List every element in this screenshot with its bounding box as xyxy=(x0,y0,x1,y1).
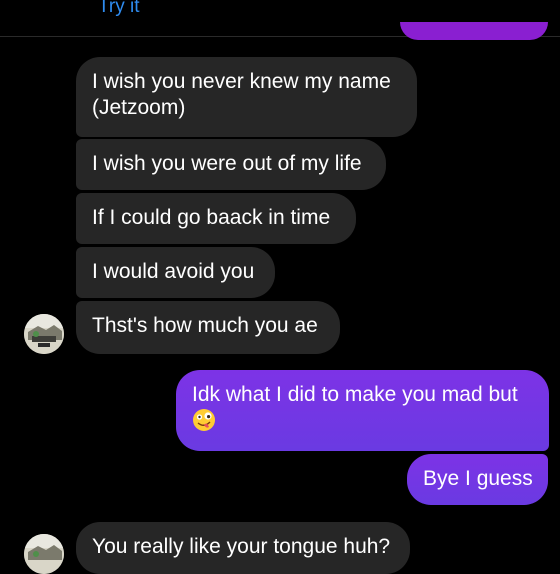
message-text: I wish you were out of my life xyxy=(92,152,362,175)
sender-avatar[interactable] xyxy=(24,534,64,574)
message-bubble-incoming[interactable]: Thst's how much you ae xyxy=(76,301,340,354)
try-it-link[interactable]: Try it xyxy=(98,0,140,18)
message-bubble-incoming[interactable]: I wish you never knew my name (Jetzoom) xyxy=(76,57,417,137)
sender-avatar[interactable] xyxy=(24,314,64,354)
message-text: I wish you never knew my name (Jetzoom) xyxy=(92,70,391,119)
message-bubble-incoming[interactable]: You really like your tongue huh? xyxy=(76,522,410,574)
avatar-image xyxy=(24,534,64,574)
message-bubble-incoming[interactable]: I wish you were out of my life xyxy=(76,139,386,190)
message-text: Thst's how much you ae xyxy=(92,314,318,337)
message-text: You really like your tongue huh? xyxy=(92,535,391,558)
message-bubble-incoming[interactable]: If I could go baack in time xyxy=(76,193,356,244)
top-banner: Try it xyxy=(0,0,560,40)
avatar-image xyxy=(24,314,64,354)
message-bubble-outgoing[interactable]: Bye I guess xyxy=(407,454,548,505)
message-text: I would avoid you xyxy=(92,260,255,283)
message-bubble-incoming[interactable]: I would avoid you xyxy=(76,247,275,298)
message-text: Bye I guess xyxy=(423,467,533,490)
message-text: If I could go baack in time xyxy=(92,206,331,229)
previous-outgoing-bubble-edge xyxy=(400,22,548,40)
zany-face-emoji xyxy=(193,409,215,431)
message-bubble-outgoing[interactable]: Idk what I did to make you mad but xyxy=(176,370,549,451)
message-text: Idk what I did to make you mad but xyxy=(192,383,518,406)
